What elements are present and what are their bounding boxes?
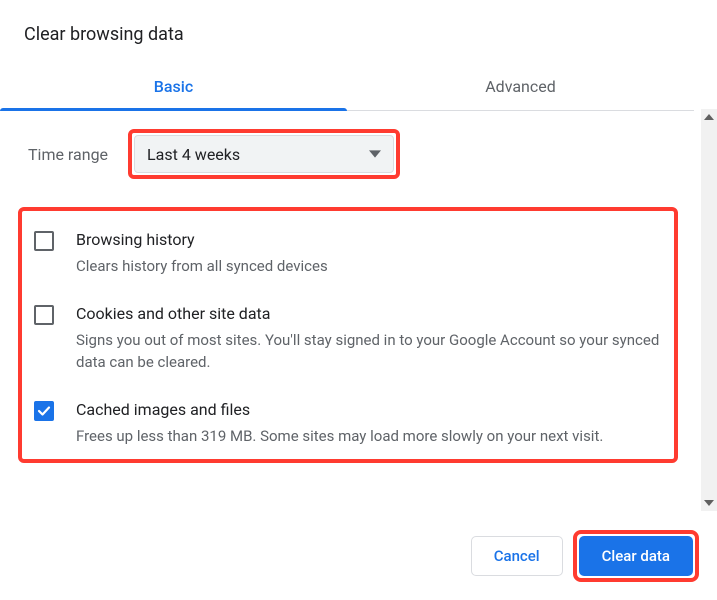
tabs: Basic Advanced	[0, 65, 694, 111]
time-range-select[interactable]: Last 4 weeks	[134, 135, 394, 173]
option-cookies: Cookies and other site data Signs you ou…	[28, 295, 668, 391]
checkbox-cached[interactable]	[34, 401, 54, 421]
option-title: Browsing history	[76, 229, 664, 251]
highlight-box-clear-button: Clear data	[573, 530, 699, 582]
option-text: Cached images and files Frees up less th…	[76, 399, 664, 447]
time-range-value: Last 4 weeks	[147, 145, 240, 164]
time-range-label: Time range	[24, 145, 108, 164]
tab-basic[interactable]: Basic	[0, 65, 347, 110]
option-title: Cached images and files	[76, 399, 664, 421]
clear-data-button[interactable]: Clear data	[579, 536, 693, 576]
option-title: Cookies and other site data	[76, 303, 664, 325]
option-desc: Clears history from all synced devices	[76, 255, 664, 277]
option-text: Cookies and other site data Signs you ou…	[76, 303, 664, 373]
dialog-buttons: Cancel Clear data	[471, 530, 699, 582]
cancel-button[interactable]: Cancel	[471, 536, 563, 576]
option-text: Browsing history Clears history from all…	[76, 229, 664, 277]
scrollbar-thumb[interactable]	[701, 125, 717, 515]
scroll-down-icon[interactable]	[701, 495, 717, 511]
option-desc: Frees up less than 319 MB. Some sites ma…	[76, 425, 664, 447]
checkbox-browsing-history[interactable]	[34, 231, 54, 251]
clear-browsing-data-dialog: Clear browsing data Basic Advanced Time …	[0, 0, 717, 600]
content-area: Time range Last 4 weeks Browsing history…	[0, 111, 694, 463]
checkbox-cookies[interactable]	[34, 305, 54, 325]
highlight-box-time-range: Last 4 weeks	[128, 129, 400, 179]
option-browsing-history: Browsing history Clears history from all…	[28, 221, 668, 295]
scroll-up-icon[interactable]	[701, 109, 717, 125]
scrollbar[interactable]	[701, 109, 717, 511]
highlight-box-options: Browsing history Clears history from all…	[18, 207, 678, 463]
tab-advanced[interactable]: Advanced	[347, 65, 694, 110]
dialog-title: Clear browsing data	[0, 0, 717, 65]
option-cached: Cached images and files Frees up less th…	[28, 391, 668, 453]
option-desc: Signs you out of most sites. You'll stay…	[76, 329, 664, 373]
chevron-down-icon	[369, 148, 381, 160]
time-range-row: Time range Last 4 weeks	[24, 129, 686, 179]
